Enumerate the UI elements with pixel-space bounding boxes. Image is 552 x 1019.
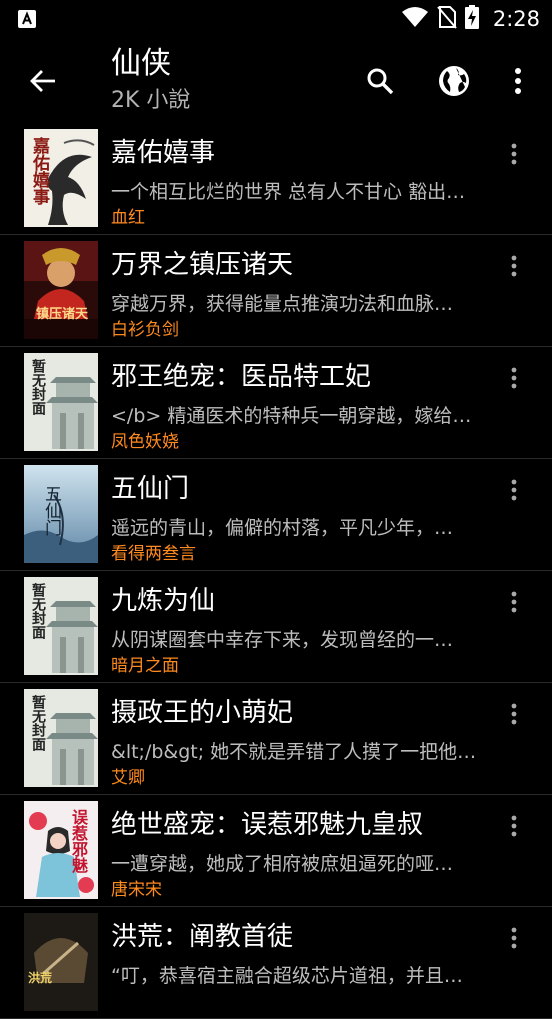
cover-title: 洪荒 [28,971,53,985]
back-button[interactable] [24,62,62,100]
status-bar: 2:28 [0,0,552,38]
item-more-button[interactable] [502,811,526,841]
book-description: “叮，恭喜宿主融合超级芯片道祖，并且… [111,965,463,987]
book-cover: 镇压诸天 [24,241,98,339]
cover-placeholder-text: 暂无封面 [30,583,46,639]
no-sim-icon [437,5,457,33]
book-description: 从阴谋圈套中幸存下来，发现曾经的一… [111,629,454,651]
book-cover: 暂无封面 [24,353,98,451]
item-more-button[interactable] [502,587,526,617]
item-more-button[interactable] [502,475,526,505]
list-item[interactable]: 镇压诸天 万界之镇压诸天 穿越万界，获得能量点推演功法和血脉… 白衫负剑 [0,235,552,347]
more-vert-icon [511,255,517,277]
globe-icon [439,66,469,96]
book-title: 邪王绝宠：医品特工妃 [111,362,372,392]
book-title: 万界之镇压诸天 [111,250,294,280]
cover-title: 五仙门 [41,485,61,536]
more-vert-icon [511,703,517,725]
battery-charging-icon [464,5,479,33]
more-vert-icon [511,143,517,165]
search-icon [367,68,394,95]
more-vert-icon [511,927,517,949]
cover-title: 镇压诸天 [35,307,88,322]
book-title: 五仙门 [111,474,190,504]
list-item[interactable]: 暂无封面 摄政王的小萌妃 &lt;/b&gt; 她不就是弄错了人摸了一把他… 艾… [0,683,552,795]
arrow-back-icon [30,70,55,92]
list-item[interactable]: 洪荒 洪荒：阐教首徒 “叮，恭喜宿主融合超级芯片道祖，并且… [0,907,552,1019]
book-cover: 五仙门 [24,465,98,563]
item-more-button[interactable] [502,363,526,393]
search-button[interactable] [359,60,401,102]
item-more-button[interactable] [502,699,526,729]
more-vert-icon [511,815,517,837]
book-description: 遥远的青山，偏僻的村落，平凡少年，… [111,517,454,539]
book-title: 洪荒：阐教首徒 [111,922,294,952]
cover-title: 误惹邪魅 [69,809,88,873]
list-item[interactable]: 暂无封面 邪王绝宠：医品特工妃 </b> 精通医术的特种兵一朝穿越，嫁给… 凤色… [0,347,552,459]
wifi-icon [401,6,429,32]
title-block: 仙侠 2K 小說 [111,46,190,116]
app-bar: 仙侠 2K 小說 [0,38,552,122]
cover-placeholder-text: 暂无封面 [30,695,46,751]
more-vert-icon [515,68,521,94]
cover-placeholder-text: 暂无封面 [30,359,46,415]
book-description: 一遭穿越，她成了相府被庶姐逼死的哑… [111,853,454,875]
book-author: 唐宋宋 [111,880,162,900]
book-description: &lt;/b&gt; 她不就是弄错了人摸了一把他… [111,741,477,763]
book-title: 摄政王的小萌妃 [111,698,294,728]
book-description: 穿越万界，获得能量点推演功法和血脉… [111,293,454,315]
webview-button[interactable] [433,60,475,102]
book-list: 嘉佑嬉事 嘉佑嬉事 一个相互比烂的世界 总有人不甘心 豁出… 血红 镇压诸天 万… [0,123,552,1019]
list-item[interactable]: 五仙门 五仙门 遥远的青山，偏僻的村落，平凡少年，… 看得两叁言 [0,459,552,571]
list-item[interactable]: 嘉佑嬉事 嘉佑嬉事 一个相互比烂的世界 总有人不甘心 豁出… 血红 [0,123,552,235]
book-cover: 误惹邪魅 [24,801,98,899]
book-description: 一个相互比烂的世界 总有人不甘心 豁出… [111,181,466,203]
more-vert-icon [511,479,517,501]
book-title: 嘉佑嬉事 [111,138,216,168]
book-description: </b> 精通医术的特种兵一朝穿越，嫁给… [111,405,472,427]
book-author: 血红 [111,208,145,228]
book-cover: 洪荒 [24,913,98,1011]
app-notification-icon [18,10,36,32]
list-item[interactable]: 暂无封面 九炼为仙 从阴谋圈套中幸存下来，发现曾经的一… 暗月之面 [0,571,552,683]
book-author: 艾卿 [111,768,145,788]
book-cover: 暂无封面 [24,689,98,787]
book-title: 九炼为仙 [111,586,216,616]
more-options-button[interactable] [497,60,539,102]
cover-title: 嘉佑嬉事 [29,137,49,205]
book-author: 凤色妖娆 [111,432,179,452]
book-cover: 嘉佑嬉事 [24,129,98,227]
book-author: 看得两叁言 [111,544,196,564]
book-author: 暗月之面 [111,656,179,676]
page-title: 仙侠 [111,46,171,81]
item-more-button[interactable] [502,251,526,281]
more-vert-icon [511,591,517,613]
book-author: 白衫负剑 [111,320,179,340]
book-cover: 暂无封面 [24,577,98,675]
page-subtitle: 2K 小說 [111,88,191,113]
item-more-button[interactable] [502,139,526,169]
list-item[interactable]: 误惹邪魅 绝世盛宠：误惹邪魅九皇叔 一遭穿越，她成了相府被庶姐逼死的哑… 唐宋宋 [0,795,552,907]
book-title: 绝世盛宠：误惹邪魅九皇叔 [111,810,424,840]
item-more-button[interactable] [502,923,526,953]
clock: 2:28 [492,7,540,31]
more-vert-icon [511,367,517,389]
